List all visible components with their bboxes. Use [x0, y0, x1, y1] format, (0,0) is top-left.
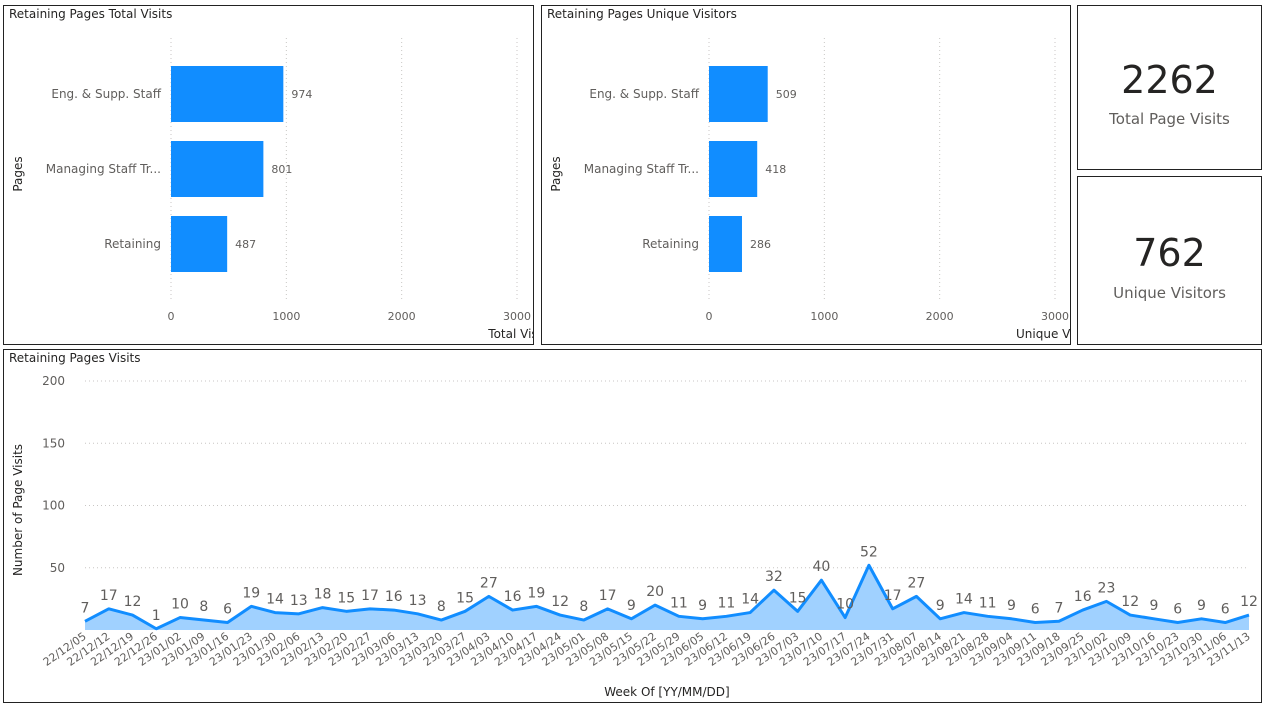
data-label: 23	[1098, 580, 1116, 596]
data-label: 487	[235, 238, 256, 251]
data-label: 15	[456, 590, 474, 606]
data-label: 14	[955, 592, 973, 608]
data-label: 418	[765, 163, 786, 176]
unique-visitors-card[interactable]: 762 Unique Visitors	[1077, 176, 1262, 345]
data-label: 11	[717, 595, 735, 611]
y-axis-title: Number of Page Visits	[11, 444, 25, 576]
data-label: 17	[884, 588, 902, 604]
y-tick-label: 200	[42, 374, 65, 388]
x-tick-label: 1000	[272, 310, 300, 323]
data-label: 20	[646, 584, 664, 600]
data-label: 12	[551, 594, 569, 610]
data-label: 17	[100, 588, 118, 604]
category-label: Retaining	[104, 237, 161, 251]
data-label: 9	[627, 598, 636, 614]
data-label: 1	[152, 608, 161, 624]
total-page-visits-label: Total Page Visits	[1109, 110, 1230, 128]
data-label: 52	[860, 544, 878, 560]
data-label: 13	[409, 593, 427, 609]
data-label: 19	[527, 585, 545, 601]
data-label: 286	[750, 238, 771, 251]
data-label: 11	[670, 595, 688, 611]
data-label: 16	[1074, 589, 1092, 605]
data-label: 12	[1121, 594, 1139, 610]
data-label: 10	[836, 597, 854, 613]
data-label: 509	[776, 88, 797, 101]
total-visits-bar-chart[interactable]: 0 1000 2000 3000 Eng. & Supp. Staff 974 Managi…	[4, 6, 533, 344]
weekly-visits-area-chart[interactable]: 50100150200717 12110 8 619 14 13 18 15 17 16 13 815…	[4, 350, 1261, 702]
x-axis-title: Unique Visits	[1016, 327, 1070, 341]
y-tick-label: 100	[42, 499, 65, 513]
total-page-visits-value: 2262	[1121, 58, 1218, 102]
data-label: 12	[1240, 594, 1258, 610]
weekly-visits-panel[interactable]: Retaining Pages Visits 50 100 150 200 7 17 12 1…	[3, 349, 1262, 703]
data-label: 6	[1221, 602, 1230, 618]
x-tick-label: 2000	[926, 310, 954, 323]
data-label: 15	[337, 590, 355, 606]
y-tick-label: 50	[50, 561, 65, 575]
y-axis-title: Pages	[11, 156, 25, 191]
data-label: 801	[271, 163, 292, 176]
data-label: 8	[437, 599, 446, 615]
data-label: 6	[1173, 602, 1182, 618]
data-label: 40	[812, 559, 830, 575]
category-label: Retaining	[642, 237, 699, 251]
bar	[709, 141, 758, 197]
data-label: 8	[579, 599, 588, 615]
bar	[171, 66, 284, 122]
data-label: 18	[314, 587, 332, 603]
unique-visitors-panel[interactable]: Retaining Pages Unique Visitors 0 1000 200…	[541, 5, 1071, 345]
data-label: 8	[199, 599, 208, 615]
data-label: 6	[1031, 602, 1040, 618]
x-tick-label: 0	[168, 310, 175, 323]
data-label: 9	[698, 598, 707, 614]
x-axis-title: Week Of [YY/MM/DD]	[604, 685, 729, 699]
bar	[709, 66, 768, 122]
x-tick-label: 3000	[503, 310, 531, 323]
data-label: 9	[1150, 598, 1159, 614]
data-label: 12	[124, 594, 142, 610]
data-label: 15	[789, 590, 807, 606]
x-tick-label: 3000	[1041, 310, 1069, 323]
data-label: 974	[291, 88, 312, 101]
data-label: 9	[1197, 598, 1206, 614]
x-tick-label: 0	[706, 310, 713, 323]
data-label: 11	[979, 595, 997, 611]
unique-visitors-value: 762	[1133, 231, 1206, 275]
data-label: 16	[504, 589, 522, 605]
data-label: 16	[385, 589, 403, 605]
data-label: 6	[223, 602, 232, 618]
data-label: 13	[290, 593, 308, 609]
data-label: 19	[242, 585, 260, 601]
data-label: 7	[81, 600, 90, 616]
data-label: 17	[361, 588, 379, 604]
unique-visitors-label: Unique Visitors	[1113, 284, 1226, 302]
unique-visitors-bar-chart[interactable]: 0 1000 2000 3000 Eng. & Supp. Staff 509 Managi…	[542, 6, 1070, 344]
data-label: 7	[1054, 600, 1063, 616]
bar	[709, 216, 742, 272]
data-label: 32	[765, 569, 783, 585]
data-label: 27	[480, 575, 498, 591]
data-label: 9	[936, 598, 945, 614]
category-label: Eng. & Supp. Staff	[51, 87, 161, 101]
y-tick-label: 150	[42, 436, 65, 450]
x-tick-label: 1000	[810, 310, 838, 323]
total-visits-panel[interactable]: Retaining Pages Total Visits 0 1000 2000 30…	[3, 5, 534, 345]
data-label: 14	[741, 592, 759, 608]
bar	[171, 141, 264, 197]
total-page-visits-card[interactable]: 2262 Total Page Visits	[1077, 5, 1262, 170]
category-label: Managing Staff Tr...	[584, 162, 699, 176]
category-label: Managing Staff Tr...	[46, 162, 161, 176]
x-tick-label: 2000	[388, 310, 416, 323]
data-label: 14	[266, 592, 284, 608]
data-label: 27	[908, 575, 926, 591]
data-label: 10	[171, 597, 189, 613]
x-axis-title: Total Visit	[487, 327, 533, 341]
data-label: 17	[599, 588, 617, 604]
category-label: Eng. & Supp. Staff	[589, 87, 699, 101]
data-label: 9	[1007, 598, 1016, 614]
y-axis-title: Pages	[549, 156, 563, 191]
bar	[171, 216, 228, 272]
